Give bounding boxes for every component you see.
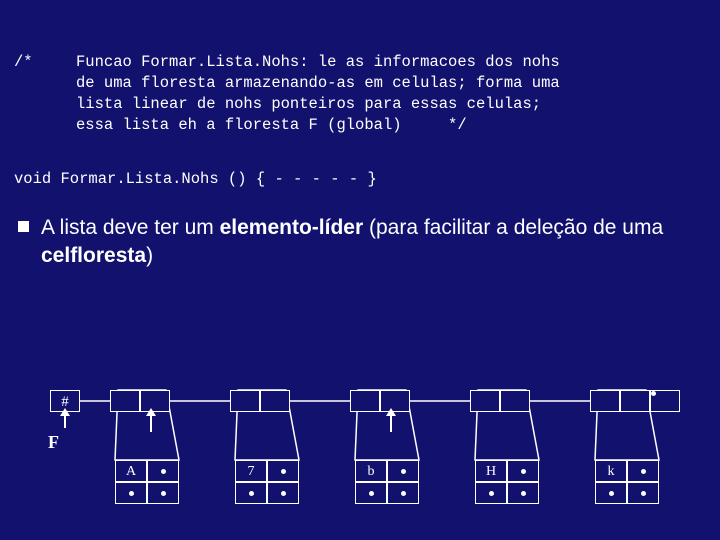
list-node xyxy=(260,390,290,412)
text-bold: elemento-líder xyxy=(220,216,364,239)
cell-ptr xyxy=(147,482,179,504)
comment-line: lista linear de nohs ponteiros para essa… xyxy=(76,95,541,113)
comment-line: de uma floresta armazenando-as em celula… xyxy=(76,74,560,92)
cell-ptr xyxy=(355,482,387,504)
list-node xyxy=(620,390,650,412)
forest-cell: b xyxy=(355,460,419,504)
cell-ptr xyxy=(475,482,507,504)
comment-line: essa lista eh a floresta F (global) */ xyxy=(76,116,467,134)
forest-cell: k xyxy=(595,460,659,504)
cell-ptr xyxy=(267,460,299,482)
forest-cell: 7 xyxy=(235,460,299,504)
dot-icon xyxy=(521,469,526,474)
list-node xyxy=(110,390,140,412)
comment-body: Funcao Formar.Lista.Nohs: le as informac… xyxy=(76,52,706,136)
forest-label: F xyxy=(48,432,59,453)
list-node xyxy=(350,390,380,412)
cell-ptr xyxy=(147,460,179,482)
dot-icon xyxy=(489,491,494,496)
cell-ptr xyxy=(507,482,539,504)
cell-ptr xyxy=(627,482,659,504)
cell-ptr xyxy=(387,460,419,482)
cell-ptr xyxy=(387,482,419,504)
bullet-text: A lista deve ter um elemento-líder (para… xyxy=(41,214,700,269)
cell-ptr xyxy=(115,482,147,504)
dot-icon xyxy=(129,491,134,496)
arrow-up-icon xyxy=(390,414,392,432)
dot-icon xyxy=(521,491,526,496)
arrow-up-icon xyxy=(64,414,66,428)
dot-icon xyxy=(161,491,166,496)
dot-icon xyxy=(369,491,374,496)
cell-ptr xyxy=(507,460,539,482)
diagram: # F A 7 xyxy=(0,330,720,530)
function-declaration: void Formar.Lista.Nohs () { - - - - - } xyxy=(0,170,720,188)
cell-value: b xyxy=(355,460,387,482)
text: A lista deve ter um xyxy=(41,216,220,239)
comment-marker: /* xyxy=(14,52,76,136)
dot-icon xyxy=(641,491,646,496)
cell-ptr xyxy=(627,460,659,482)
list-node xyxy=(470,390,500,412)
cell-value: 7 xyxy=(235,460,267,482)
dot-icon xyxy=(281,491,286,496)
cell-value: A xyxy=(115,460,147,482)
text: (para facilitar a deleção de uma xyxy=(363,216,663,239)
comment-block: /* Funcao Formar.Lista.Nohs: le as infor… xyxy=(0,0,720,156)
square-bullet-icon xyxy=(18,221,29,232)
list-node xyxy=(230,390,260,412)
cell-ptr xyxy=(267,482,299,504)
forest-cell: A xyxy=(115,460,179,504)
cell-ptr xyxy=(595,482,627,504)
forest-cell: H xyxy=(475,460,539,504)
dot-icon xyxy=(161,469,166,474)
dot-icon xyxy=(609,491,614,496)
list-node xyxy=(590,390,620,412)
text-bold: celfloresta xyxy=(41,244,146,267)
cell-ptr xyxy=(235,482,267,504)
list-node xyxy=(500,390,530,412)
dot-icon xyxy=(281,469,286,474)
dot-icon xyxy=(641,469,646,474)
cell-value: k xyxy=(595,460,627,482)
dot-icon xyxy=(401,469,406,474)
dot-icon xyxy=(249,491,254,496)
bullet-point: A lista deve ter um elemento-líder (para… xyxy=(0,214,720,269)
dot-icon xyxy=(401,491,406,496)
list-tail-cell xyxy=(650,390,680,412)
arrow-up-icon xyxy=(150,414,152,432)
null-dot-icon xyxy=(651,391,679,396)
comment-line: Funcao Formar.Lista.Nohs: le as informac… xyxy=(76,53,560,71)
text: ) xyxy=(146,244,153,267)
cell-value: H xyxy=(475,460,507,482)
